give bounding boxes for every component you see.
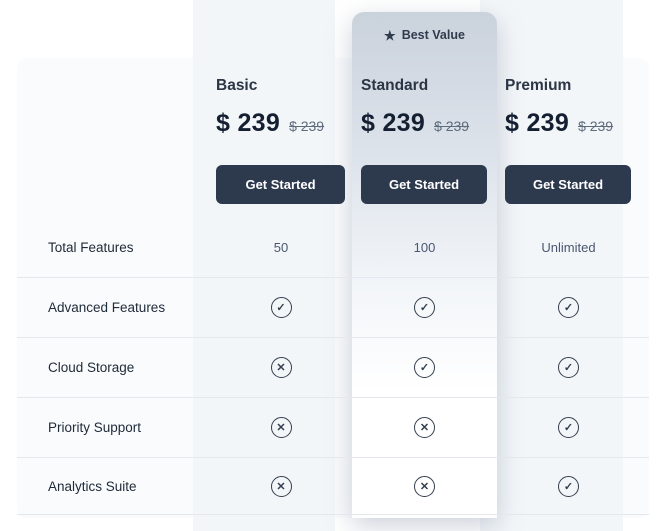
star-icon: ★ [384, 29, 396, 42]
feature-value-premium: Unlimited [541, 240, 595, 255]
check-circle-icon: ✓ [558, 297, 579, 318]
tier-name-premium: Premium [505, 77, 631, 95]
x-circle-icon: ✕ [414, 417, 435, 438]
tier-name-standard: Standard [361, 77, 487, 95]
original-price-standard: $ 239 [434, 118, 469, 134]
feature-row-advanced-features: Advanced Features ✓ ✓ ✓ [17, 277, 649, 337]
tier-column-premium: Premium $ 239 $ 239 Get Started [505, 58, 631, 218]
price-line-basic: $ 239 $ 239 [216, 109, 345, 138]
pricing-table: ★ Best Value Basic $ 239 $ 239 Get Start… [0, 0, 664, 531]
best-value-badge: ★ Best Value [352, 28, 497, 42]
tier-column-basic: Basic $ 239 $ 239 Get Started [216, 58, 345, 218]
feature-label: Priority Support [17, 420, 210, 435]
card-bottom-divider [17, 514, 649, 515]
price-line-premium: $ 239 $ 239 [505, 109, 631, 138]
original-price-basic: $ 239 [289, 118, 324, 134]
check-circle-icon: ✓ [271, 297, 292, 318]
feature-value-standard: 100 [414, 240, 436, 255]
check-circle-icon: ✓ [558, 417, 579, 438]
price-basic: $ 239 [216, 109, 280, 138]
price-premium: $ 239 [505, 109, 569, 138]
tier-column-standard: Standard $ 239 $ 239 Get Started [361, 58, 487, 218]
feature-label: Total Features [17, 240, 210, 255]
x-circle-icon: ✕ [271, 417, 292, 438]
original-price-premium: $ 239 [578, 118, 613, 134]
feature-row-cloud-storage: Cloud Storage ✕ ✓ ✓ [17, 337, 649, 397]
feature-value-basic: 50 [274, 240, 288, 255]
check-circle-icon: ✓ [558, 357, 579, 378]
tier-name-basic: Basic [216, 77, 345, 95]
x-circle-icon: ✕ [271, 476, 292, 497]
x-circle-icon: ✕ [414, 476, 435, 497]
check-circle-icon: ✓ [414, 357, 435, 378]
check-circle-icon: ✓ [558, 476, 579, 497]
check-circle-icon: ✓ [414, 297, 435, 318]
feature-label: Advanced Features [17, 300, 210, 315]
feature-label: Analytics Suite [17, 479, 210, 494]
best-value-label: Best Value [402, 28, 465, 42]
get-started-button-standard[interactable]: Get Started [361, 165, 487, 204]
price-standard: $ 239 [361, 109, 425, 138]
feature-row-priority-support: Priority Support ✕ ✕ ✓ [17, 397, 649, 457]
feature-row-total-features: Total Features 50 100 Unlimited [17, 218, 649, 277]
get-started-button-basic[interactable]: Get Started [216, 165, 345, 204]
x-circle-icon: ✕ [271, 357, 292, 378]
price-line-standard: $ 239 $ 239 [361, 109, 487, 138]
get-started-button-premium[interactable]: Get Started [505, 165, 631, 204]
feature-label: Cloud Storage [17, 360, 210, 375]
feature-row-analytics-suite: Analytics Suite ✕ ✕ ✓ [17, 457, 649, 514]
